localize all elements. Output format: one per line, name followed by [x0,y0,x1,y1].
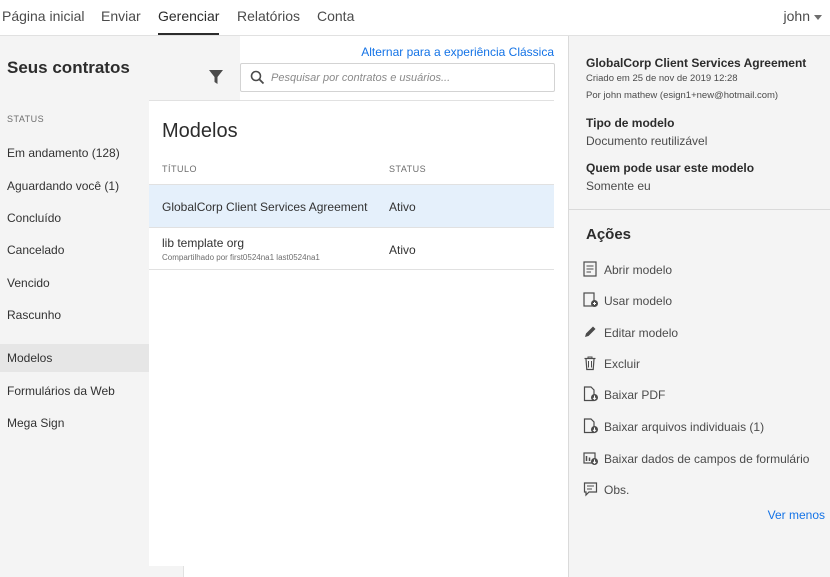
section-title: Modelos [162,120,238,142]
created-by: Por john mathew (esign1+new@hotmail.com) [586,90,779,101]
action-label: Usar modelo [604,294,673,308]
tab-send[interactable]: Enviar [101,8,141,35]
sidebar-item-web-forms[interactable]: Formulários da Web [0,377,149,405]
filter-icon[interactable] [208,68,224,86]
agreement-name: GlobalCorp Client Services Agreement [586,56,807,70]
sidebar-item-draft[interactable]: Rascunho [0,301,149,329]
action-label: Excluir [604,357,641,371]
template-detail-panel: GlobalCorp Client Services Agreement Cri… [568,36,830,577]
action-label: Baixar arquivos individuais (1) [604,420,765,434]
use-template-icon [583,292,598,307]
row-status: Ativo [389,200,416,214]
sidebar-item-completed[interactable]: Concluído [0,204,149,232]
actions-title: Ações [586,226,632,243]
download-pdf-icon [583,386,598,402]
search-icon [250,70,265,85]
trash-icon [584,356,596,371]
row-title: GlobalCorp Client Services Agreement [162,200,368,214]
user-name: john [783,8,810,24]
action-label: Baixar PDF [604,388,666,402]
column-header-title[interactable]: TÍTULO [162,164,197,174]
page-title: Seus contratos [7,58,130,77]
top-navigation: Página inicial Enviar Gerenciar Relatóri… [0,0,830,36]
tab-account[interactable]: Conta [317,8,354,35]
who-can-use-value: Somente eu [586,179,651,193]
sidebar-item-templates[interactable]: Modelos [0,344,149,372]
user-menu[interactable]: john [784,8,822,24]
divider [569,209,830,210]
action-label: Baixar dados de campos de formulário [604,452,810,466]
row-status: Ativo [389,243,416,257]
notes-icon [583,482,598,497]
list-footer [183,566,615,577]
action-label: Obs. [604,483,630,497]
sidebar-item-waiting-for-you[interactable]: Aguardando você (1) [0,172,149,200]
template-type-label: Tipo de modelo [586,116,675,130]
row-title: lib template org [162,236,245,250]
template-type-value: Documento reutilizável [586,134,708,148]
created-date: Criado em 25 de nov de 2019 12:28 [586,73,738,84]
status-section-label: STATUS [7,114,45,124]
tab-reports[interactable]: Relatórios [237,8,300,35]
open-template-icon [583,261,597,277]
sidebar-item-canceled[interactable]: Cancelado [0,236,149,264]
tab-manage[interactable]: Gerenciar [158,8,220,35]
action-label: Editar modelo [604,326,679,340]
column-header-status[interactable]: STATUS [389,164,426,174]
who-can-use-label: Quem pode usar este modelo [586,161,755,175]
chevron-down-icon [814,14,822,20]
download-form-data-icon [583,452,598,465]
row-shared-by: Compartilhado por first0524na1 last0524n… [162,253,320,262]
sidebar-item-in-progress[interactable]: Em andamento (128) [0,139,149,167]
tab-home[interactable]: Página inicial [2,8,85,35]
download-files-icon [583,418,598,434]
see-less-link[interactable]: Ver menos [768,508,825,522]
search-input[interactable] [271,69,546,87]
switch-classic-link[interactable]: Alternar para a experiência Clássica [361,45,554,59]
sidebar-item-expired[interactable]: Vencido [0,269,149,297]
table-row[interactable]: lib template org Compartilhado por first… [149,227,554,270]
sidebar-item-mega-sign[interactable]: Mega Sign [0,409,149,437]
search-box[interactable] [240,63,555,92]
pencil-icon [585,326,596,337]
sidebar-footer [149,566,183,577]
table-row[interactable]: GlobalCorp Client Services Agreement Ati… [149,184,554,227]
action-label: Abrir modelo [604,263,673,277]
templates-list-panel: Modelos TÍTULO STATUS GlobalCorp Client … [149,100,554,566]
